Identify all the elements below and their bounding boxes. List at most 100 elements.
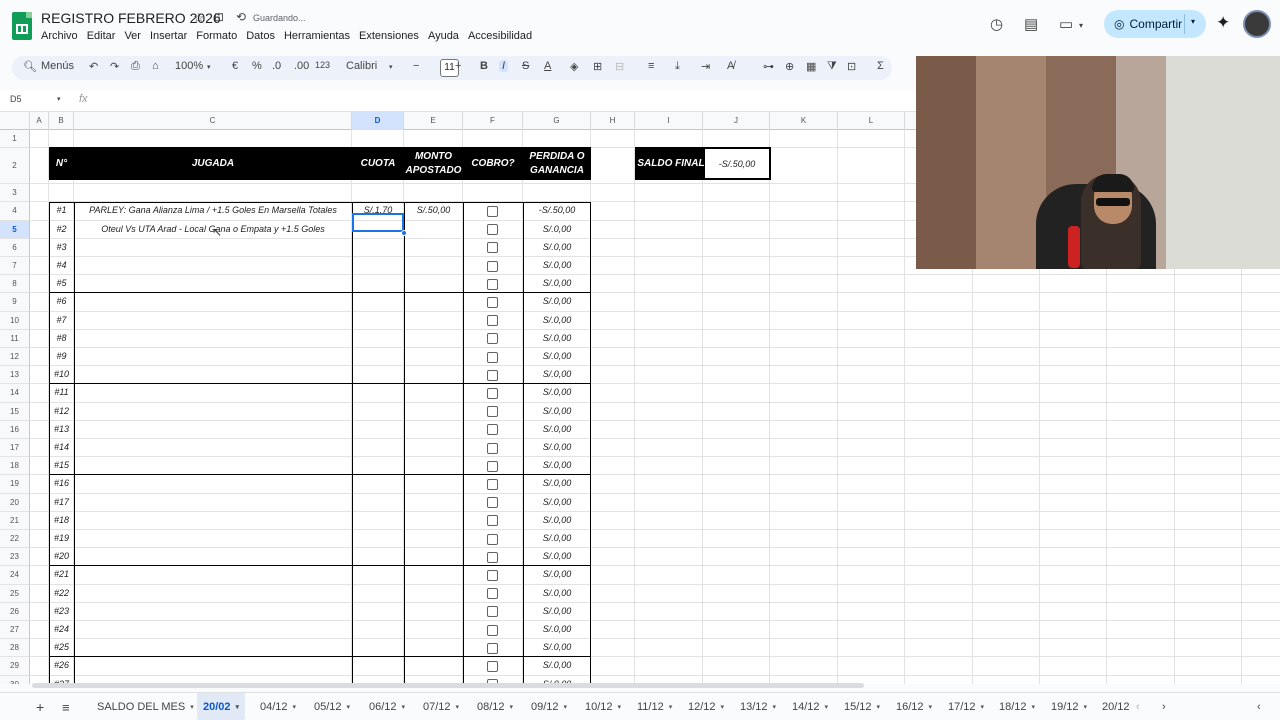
undo-icon[interactable]: ↶ (89, 60, 98, 73)
bet-description[interactable] (76, 424, 350, 439)
sheet-tab-dropdown-icon[interactable]: ▾ (1032, 703, 1036, 711)
cobro-checkbox[interactable] (487, 460, 498, 472)
row-header[interactable]: 17 (0, 439, 30, 458)
bet-odds[interactable] (352, 260, 404, 275)
strikethrough-button[interactable]: S (522, 60, 529, 72)
video-icon[interactable]: ▭ (1059, 15, 1073, 33)
bet-odds[interactable] (352, 242, 404, 257)
bet-odds[interactable] (352, 533, 404, 548)
sheet-tab-dropdown-icon[interactable]: ▾ (877, 703, 881, 711)
share-dropdown-icon[interactable]: ▾ (1191, 17, 1195, 26)
zoom-select[interactable]: 100% (175, 60, 203, 72)
column-header-l[interactable]: L (838, 112, 905, 130)
bet-description[interactable] (76, 387, 350, 402)
move-folder-icon[interactable]: ⊡ (214, 10, 224, 24)
bet-amount[interactable] (404, 351, 463, 366)
cobro-checkbox[interactable] (487, 387, 498, 399)
sheet-tab[interactable]: 09/12 ▾ (531, 693, 567, 720)
row-header[interactable]: 9 (0, 293, 30, 312)
menu-item-formato[interactable]: Formato (196, 30, 237, 42)
horizontal-align-icon[interactable]: ≡ (648, 60, 654, 72)
bet-description[interactable] (76, 460, 350, 475)
bet-amount[interactable] (404, 424, 463, 439)
bet-amount[interactable] (404, 442, 463, 457)
bet-amount[interactable] (404, 588, 463, 603)
bet-odds[interactable] (352, 442, 404, 457)
print-icon[interactable]: ⎙ (131, 60, 140, 73)
cobro-checkbox[interactable] (487, 296, 498, 308)
star-icon[interactable]: ☆ (193, 10, 205, 26)
sheet-tab-dropdown-icon[interactable]: ▾ (981, 703, 985, 711)
bet-odds[interactable] (352, 460, 404, 475)
row-header[interactable]: 28 (0, 639, 30, 658)
cobro-checkbox[interactable] (487, 497, 498, 509)
sheet-tab[interactable]: 07/12 ▾ (423, 693, 459, 720)
row-header[interactable]: 20 (0, 493, 30, 512)
row-header[interactable]: 25 (0, 584, 30, 603)
italic-button[interactable]: I (499, 60, 509, 72)
row-header[interactable]: 14 (0, 384, 30, 403)
filter-views-icon[interactable]: ⊡ (847, 60, 856, 73)
bet-description[interactable]: PARLEY: Gana Alianza Lima / +1.5 Goles E… (76, 205, 350, 220)
menu-item-insertar[interactable]: Insertar (150, 30, 187, 42)
bet-amount[interactable] (404, 569, 463, 584)
sheet-tab[interactable]: 05/12 ▾ (314, 693, 350, 720)
fill-color-icon[interactable]: ◈ (570, 60, 578, 73)
row-header[interactable]: 21 (0, 511, 30, 530)
bet-odds[interactable] (352, 387, 404, 402)
row-header[interactable]: 30 (0, 675, 30, 684)
bet-amount[interactable] (404, 406, 463, 421)
sheet-tab[interactable]: 13/12 ▾ (740, 693, 776, 720)
row-header[interactable]: 27 (0, 621, 30, 640)
cobro-checkbox[interactable] (487, 515, 498, 527)
text-rotation-icon[interactable]: A̸ (727, 60, 734, 72)
sheets-logo-icon[interactable] (12, 12, 32, 40)
bet-description[interactable] (76, 369, 350, 384)
bet-odds[interactable] (352, 624, 404, 639)
column-header-f[interactable]: F (463, 112, 523, 130)
bet-description[interactable] (76, 624, 350, 639)
menu-item-ayuda[interactable]: Ayuda (428, 30, 459, 42)
sheet-tab[interactable]: 17/12 ▾ (948, 693, 984, 720)
bet-amount[interactable] (404, 551, 463, 566)
bet-description[interactable] (76, 333, 350, 348)
bet-odds[interactable] (352, 424, 404, 439)
bet-amount[interactable] (404, 533, 463, 548)
bet-odds[interactable] (352, 406, 404, 421)
merge-cells-icon[interactable]: ⊟ (615, 60, 624, 73)
cobro-checkbox[interactable] (487, 406, 498, 418)
bet-amount[interactable] (404, 660, 463, 675)
bet-amount[interactable] (404, 497, 463, 512)
sheet-tab-dropdown-icon[interactable]: ▾ (825, 703, 829, 711)
filter-icon[interactable]: ⧩ (827, 60, 837, 73)
bet-description[interactable] (76, 642, 350, 657)
bet-description[interactable] (76, 260, 350, 275)
row-header[interactable]: 12 (0, 348, 30, 367)
history-icon[interactable]: ◷ (990, 15, 1003, 33)
sheet-tab[interactable]: 16/12 ▾ (896, 693, 932, 720)
zoom-dropdown-icon[interactable]: ▾ (207, 63, 211, 71)
search-menus-icon[interactable]: 🔍︎ (23, 60, 37, 73)
link-icon[interactable]: ⊶ (763, 60, 774, 73)
bet-amount[interactable] (404, 315, 463, 330)
all-sheets-icon[interactable]: ≡ (62, 693, 70, 720)
bet-amount[interactable] (404, 606, 463, 621)
sheet-tab[interactable]: 12/12 ▾ (688, 693, 724, 720)
bet-description[interactable] (76, 660, 350, 675)
row-header[interactable]: 5 (0, 220, 30, 239)
sheet-tab[interactable]: 11/12 ▾ (637, 693, 672, 720)
row-header[interactable]: 6 (0, 238, 30, 257)
row-header[interactable]: 3 (0, 184, 30, 203)
sparkle-icon[interactable]: ✦ (1216, 13, 1230, 33)
bet-description[interactable] (76, 533, 350, 548)
bet-amount[interactable] (404, 224, 463, 239)
percent-format-button[interactable]: % (252, 60, 262, 72)
font-family-select[interactable]: Calibri (346, 60, 377, 72)
row-header[interactable]: 13 (0, 366, 30, 385)
text-color-button[interactable]: A (544, 60, 551, 72)
cobro-checkbox[interactable] (487, 351, 498, 363)
video-dropdown-icon[interactable]: ▾ (1079, 21, 1083, 30)
sheet-tab-dropdown-icon[interactable]: ▾ (402, 703, 406, 711)
bet-description[interactable] (76, 478, 350, 493)
column-header-d[interactable]: D (352, 112, 404, 130)
